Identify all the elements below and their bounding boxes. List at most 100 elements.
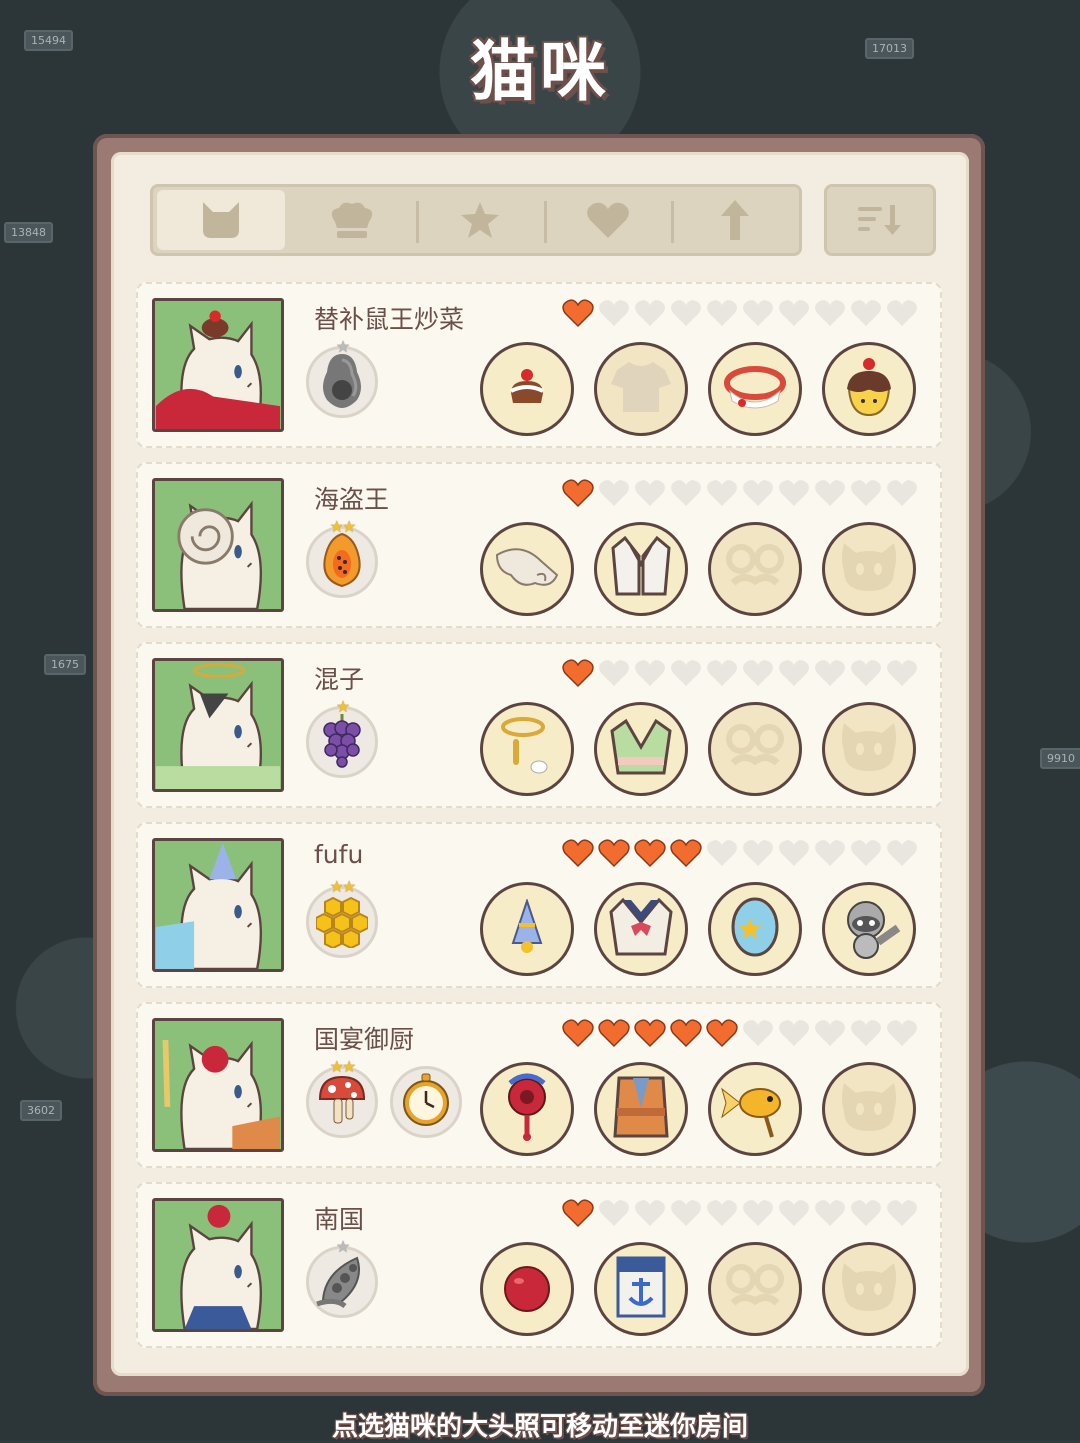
background-sign: 1675 [44, 654, 86, 675]
favorite-food-slot[interactable] [390, 1066, 462, 1138]
outfit-slot[interactable] [594, 1062, 688, 1156]
outfit-slot[interactable] [594, 342, 688, 436]
sort-descending-icon [858, 205, 901, 235]
cat-card[interactable]: 南国 ★ [136, 1182, 942, 1348]
heart-empty-icon [851, 660, 881, 686]
background-sign: 13848 [4, 222, 53, 243]
heart-empty-icon [599, 1200, 629, 1226]
heart-empty-icon [779, 660, 809, 686]
heart-empty-icon [743, 1200, 773, 1226]
affection-hearts [562, 298, 918, 328]
heart-empty-icon [779, 300, 809, 326]
cat-name: fufu [314, 840, 364, 869]
outfit-slot[interactable] [822, 702, 916, 796]
cat-portrait[interactable] [152, 1018, 284, 1152]
outfit-slot[interactable] [480, 882, 574, 976]
heart-empty-icon [599, 300, 629, 326]
outfit-slot[interactable] [822, 1242, 916, 1336]
outfit-slot[interactable] [708, 1242, 802, 1336]
page-title: 猫咪 [470, 33, 610, 110]
tab-chef[interactable] [289, 187, 417, 253]
outfit-slot[interactable] [822, 342, 916, 436]
food-stars: ★★ [329, 877, 357, 896]
cat-portrait[interactable] [152, 838, 284, 972]
outfit-slot[interactable] [708, 702, 802, 796]
outfit-slot[interactable] [480, 1062, 574, 1156]
outfit-slot[interactable] [708, 882, 802, 976]
outfit-slot[interactable] [594, 702, 688, 796]
outfit-slot[interactable] [480, 342, 574, 436]
anchor-shirt-icon [610, 1254, 672, 1324]
outfit-slot[interactable] [594, 882, 688, 976]
outfit-slot[interactable] [594, 1242, 688, 1336]
heart-filled-icon [562, 479, 594, 508]
halo-icon [499, 715, 555, 783]
heart-filled-icon [670, 839, 702, 868]
raccoon-pet-icon [834, 892, 904, 966]
heart-empty-icon [707, 300, 737, 326]
favorite-food-slot[interactable]: ★★ [306, 877, 378, 958]
favorite-food-slot[interactable]: ★★ [306, 517, 378, 598]
heart-filled-icon [670, 1019, 702, 1048]
pocket-watch-icon [398, 1072, 454, 1132]
tab-affection[interactable] [543, 187, 672, 253]
heart-empty-icon [815, 480, 845, 506]
cat-card[interactable]: 替补鼠王炒菜 ★ [136, 282, 942, 448]
heart-empty-icon [599, 660, 629, 686]
outfit-slot[interactable] [480, 702, 574, 796]
background-sign: 9910 [1040, 748, 1080, 769]
outfit-slot[interactable] [708, 1062, 802, 1156]
heart-empty-icon [743, 840, 773, 866]
heart-empty-icon [671, 300, 701, 326]
outfit-slot[interactable] [822, 522, 916, 616]
favorite-food-slot[interactable]: ★ [306, 1237, 378, 1318]
sort-button[interactable] [824, 184, 936, 256]
outfit-slot[interactable] [822, 1062, 916, 1156]
outfit-slot[interactable] [594, 522, 688, 616]
cat-portrait[interactable] [152, 1198, 284, 1332]
outfit-slots [480, 522, 916, 616]
outfit-slots [480, 1062, 916, 1156]
outfit-slot[interactable] [480, 1242, 574, 1336]
favorite-foods: ★ [306, 337, 378, 418]
cat-card[interactable]: 混子 ★ [136, 642, 942, 808]
outfit-slot[interactable] [708, 342, 802, 436]
heart-empty-icon [779, 1200, 809, 1226]
cat-portrait[interactable] [152, 658, 284, 792]
outfit-slot[interactable] [480, 522, 574, 616]
favorite-foods: ★★ [306, 517, 378, 598]
heart-empty-icon [851, 1200, 881, 1226]
cat-card[interactable]: 海盗王 ★★ [136, 462, 942, 628]
food-stars: ★★ [329, 1057, 357, 1076]
favorite-foods: ★★ [306, 1057, 462, 1138]
heart-empty-icon [635, 660, 665, 686]
favorite-food-slot[interactable]: ★★ [306, 1057, 378, 1138]
heart-filled-icon [562, 659, 594, 688]
outfit-slot[interactable] [822, 882, 916, 976]
cat-card[interactable]: fufu ★★ [136, 822, 942, 988]
cat-portrait[interactable] [152, 298, 284, 432]
tab-cats[interactable] [157, 190, 285, 250]
heart-empty-icon [887, 1200, 917, 1226]
heart-empty-icon [707, 1200, 737, 1226]
affection-hearts [562, 1198, 918, 1228]
heart-empty-icon [779, 840, 809, 866]
favorite-food-slot[interactable]: ★ [306, 337, 378, 418]
heart-empty-icon [707, 480, 737, 506]
cat-name: 南国 [314, 1205, 365, 1234]
cat-card[interactable]: 国宴御厨 ★★ [136, 1002, 942, 1168]
heart-empty-icon [707, 840, 737, 866]
favorite-food-slot[interactable]: ★ [306, 697, 378, 778]
heart-filled-icon [598, 839, 630, 868]
flower-headpiece-icon [496, 1071, 558, 1147]
outfit-slot[interactable] [708, 522, 802, 616]
outfit-slots [480, 342, 916, 436]
tab-level-up[interactable] [671, 187, 799, 253]
food-stars: ★ [335, 1237, 350, 1256]
cat-portrait[interactable] [152, 478, 284, 612]
heart-icon [586, 202, 629, 238]
honeycomb-icon [315, 892, 369, 952]
tab-favorites-star[interactable] [416, 187, 544, 253]
food-stars: ★ [335, 337, 350, 356]
heart-empty-icon [851, 300, 881, 326]
